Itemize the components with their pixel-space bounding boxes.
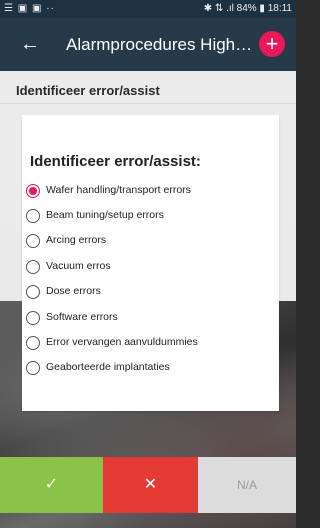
status-system-info: ✱ ⇅ .ıl 84% ▮ 18:11	[203, 3, 292, 14]
radio-unselected-icon[interactable]	[26, 311, 40, 325]
radio-unselected-icon[interactable]	[26, 285, 40, 299]
option-wafer-handling[interactable]: Wafer handling/transport errors	[24, 181, 274, 203]
confirm-button[interactable]: ✓	[0, 457, 103, 513]
na-label: N/A	[236, 478, 257, 492]
radio-unselected-icon[interactable]	[26, 336, 40, 350]
option-vacuum[interactable]: Vacuum erros	[24, 257, 274, 279]
radio-unselected-icon[interactable]	[26, 361, 40, 375]
add-button[interactable]: +	[259, 31, 285, 57]
divider	[0, 103, 296, 104]
option-software[interactable]: Software errors	[24, 308, 274, 330]
radio-unselected-icon[interactable]	[26, 209, 40, 223]
page-title: Alarmprocedures High…	[66, 35, 253, 54]
question-title: Identificeer error/assist:	[30, 153, 201, 170]
option-label: Arcing errors	[46, 234, 107, 246]
option-label: Vacuum erros	[46, 260, 111, 272]
radio-selected-icon[interactable]	[26, 184, 40, 198]
option-label: Geaborteerde implantaties	[46, 361, 170, 373]
radio-unselected-icon[interactable]	[26, 260, 40, 274]
option-label: Software errors	[46, 311, 118, 323]
option-label: Dose errors	[46, 285, 101, 297]
option-geaborteerde[interactable]: Geaborteerde implantaties	[24, 358, 274, 380]
back-arrow-icon[interactable]: ←	[20, 34, 40, 54]
close-icon: ✕	[143, 476, 158, 493]
option-beam-tuning[interactable]: Beam tuning/setup errors	[24, 206, 274, 228]
cancel-button[interactable]: ✕	[103, 457, 198, 513]
option-label: Error vervangen aanvuldummies	[46, 336, 198, 348]
option-label: Beam tuning/setup errors	[46, 209, 164, 221]
app-bar: ← Alarmprocedures High… +	[0, 18, 296, 71]
option-dose[interactable]: Dose errors	[24, 282, 274, 304]
status-notification-icons: ☰ ▣ ▣ ··	[4, 3, 55, 14]
option-label: Wafer handling/transport errors	[46, 184, 191, 196]
section-title: Identificeer error/assist	[16, 83, 160, 98]
checkmark-icon: ✓	[44, 476, 59, 493]
status-bar: ☰ ▣ ▣ ·· ✱ ⇅ .ıl 84% ▮ 18:11	[0, 0, 296, 18]
option-arcing[interactable]: Arcing errors	[24, 231, 274, 253]
not-applicable-button[interactable]: N/A	[198, 457, 296, 513]
radio-unselected-icon[interactable]	[26, 234, 40, 248]
option-error-vervangen[interactable]: Error vervangen aanvuldummies	[24, 333, 274, 355]
